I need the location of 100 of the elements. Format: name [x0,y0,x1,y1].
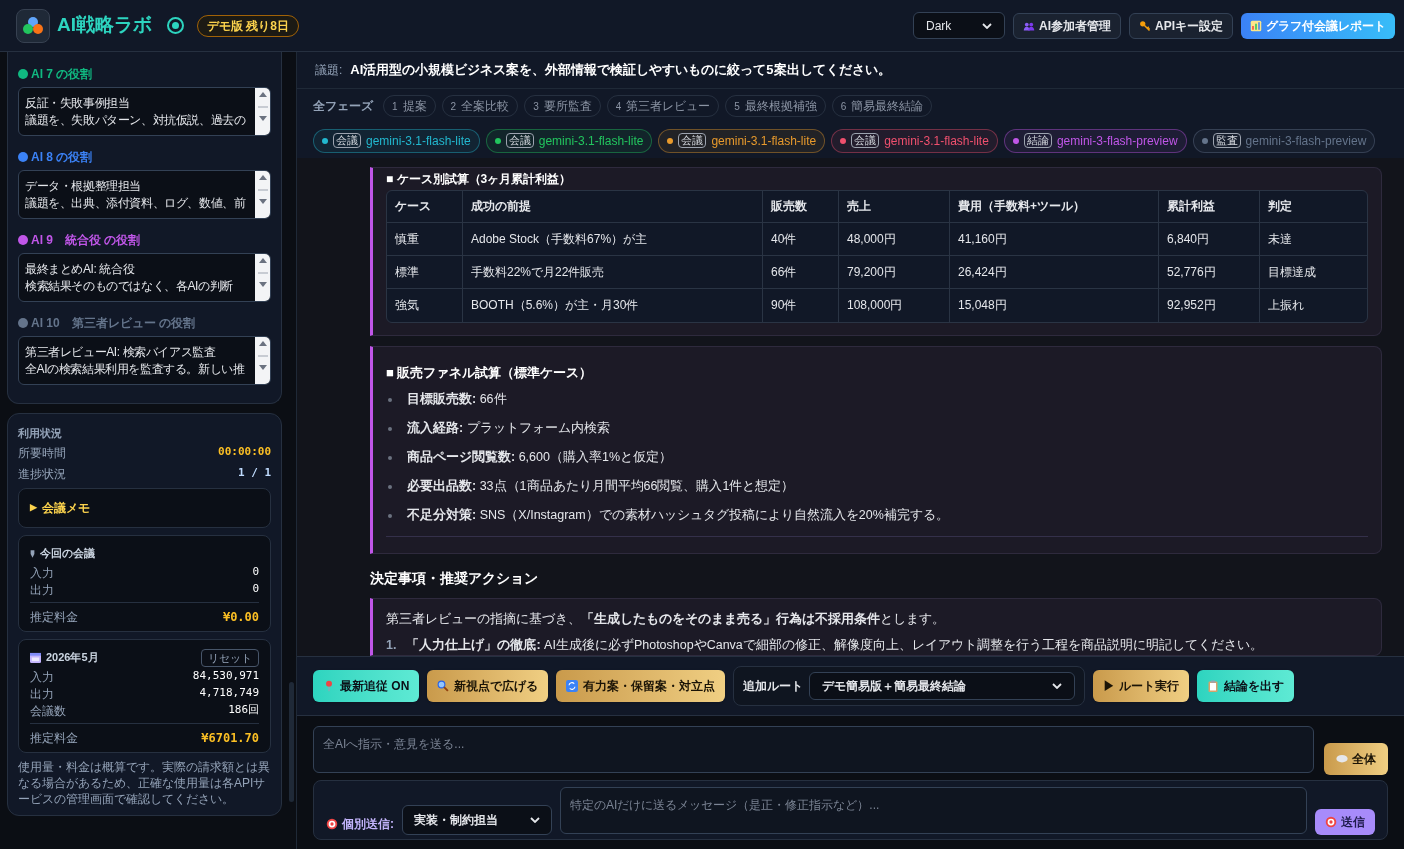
phase-label: 全フェーズ [313,98,373,115]
model-name: gemini-3.1-flash-lite [884,132,989,150]
list-item-text: 必要出品数: 33点（1商品あたり月間平均66閲覧、購入1件と想定） [407,478,795,496]
send-all-button[interactable]: 全体 [1324,743,1388,775]
ai-select[interactable]: 実装・制約担当 [402,805,552,835]
section-heading: 決定事項・推奨アクション [370,569,539,588]
column-header: 成功の前提 [462,190,762,223]
model-chip[interactable]: 会議 gemini-3.1-flash-lite [485,128,653,153]
paragraph: 第三者レビューの指摘に基づき、「生成したものをそのまま売る」行為は不採用条件とします。 [386,611,946,628]
role-textarea[interactable]: データ・根拠整理担当 議題を、出典、添付資料、ログ、数値、前 [18,170,272,219]
scrollbar[interactable] [255,171,271,218]
target-icon [326,818,338,830]
table-cell: 41,160円 [949,222,1158,256]
stat-value: 4,718,749 [199,685,260,702]
card-heading: ■ ケース別試算（3ヶ月累計利益） [386,170,573,188]
list-item-text: 「人力仕上げ」の徹底: AI生成後に必ずPhotoshopやCanvaで細部の修正、解像度向上、レイアウト調整を行う工程を商品説明に明記してください。 [406,637,1263,654]
role-tag: 監査 [1212,133,1241,148]
table-cell: 52,776円 [1158,255,1259,289]
phase-name: 第三者レビュー [626,98,711,115]
stat-label: 進捗状況 [18,465,66,483]
table-cell: 目標達成 [1259,255,1367,289]
action-button[interactable]: ▶ ルート実行 [1093,670,1189,702]
phase-name: 要所監査 [543,98,592,115]
search-icon [437,680,450,692]
stat-value: 186回 [228,702,260,719]
scrollbar[interactable] [255,88,271,135]
stat-label: 推定料金 [30,608,78,626]
list-item-text: 目標販売数: 66件 [407,391,507,409]
role-tag: 会議 [678,133,707,148]
role-textarea[interactable]: 最終まとめAI: 統合役 検索結果そのものではなく、各AIの判断 [18,253,272,302]
table-cell: 66件 [762,255,838,289]
model-name: gemini-3.1-flash-lite [711,132,817,150]
memo-toggle[interactable]: ▶ 会議メモ [18,488,272,528]
table-cell: 48,000円 [838,222,949,256]
speech-bubble-icon [1336,753,1348,765]
stat-value: 1 / 1 [237,465,272,482]
table-cell: 6,840円 [1158,222,1259,256]
table-cell: 92,952円 [1158,288,1259,322]
message-field[interactable]: 全AIへ指示・意見を送る... [313,726,1314,773]
table-cell: 標準 [387,255,462,289]
message-field[interactable]: 特定のAIだけに送るメッセージ（是正・修正指示など）... [560,786,1307,834]
model-chip[interactable]: 会議 gemini-3.1-flash-lite [313,128,480,153]
table-cell: 15,048円 [949,288,1158,322]
column-header: 売上 [838,190,949,223]
table-cell: 慎重 [387,222,462,256]
bullet-icon [388,513,392,518]
scrollbar[interactable] [255,337,271,384]
action-button[interactable]: 有力案・保留案・対立点 [556,670,726,702]
bullet-icon [388,455,392,460]
role-textarea[interactable]: 反証・失敗事例担当 議題を、失敗パターン、対抗仮説、過去の [18,87,272,136]
phase-number: 6 [840,99,847,114]
phase-name: 最終根拠補強 [744,98,817,115]
fee-value: ¥0.00 [222,608,260,626]
stat-value: 84,530,971 [192,668,260,685]
send-button[interactable]: 送信 [1315,809,1375,835]
role-label: AI 7 の役割 [31,66,93,83]
model-chip[interactable]: 結論 gemini-3-flash-preview [1003,128,1187,153]
column-header: ケース [387,190,462,223]
header-button[interactable]: AI参加者管理 [1013,12,1121,39]
stat-value: 0 [252,564,260,581]
role-tag: 結論 [1023,133,1052,148]
table-cell: 79,200円 [838,255,949,289]
stat-label: 出力 [30,685,54,703]
arrows-icon [566,680,579,692]
action-button[interactable]: 結論を出す [1196,670,1294,702]
table-cell: 40件 [762,222,838,256]
model-chip[interactable]: 会議 gemini-3.1-flash-lite [831,128,998,153]
role-text: 議題を、失敗パターン、対抗仮説、過去の [25,112,247,129]
role-textarea[interactable]: 第三者レビューAI: 検索バイアス監査 全AIの検索結果利用を監査する。新しい推 [18,336,272,385]
memo-label: 会議メモ [42,500,90,517]
role-text: 検索結果そのものではなく、各AIの判断 [25,278,234,295]
logo-icon [16,8,50,43]
phase-name: 全案比較 [461,98,510,115]
route-label: 追加ルート [743,678,804,695]
column-header: 判定 [1259,190,1367,223]
role-label: AI 9 統合役 の役割 [31,232,141,249]
theme-select[interactable]: Dark [913,12,1005,39]
table-cell: 手数料22%で月22件販売 [462,255,762,289]
model-chip[interactable]: 監査 gemini-3-flash-preview [1192,128,1376,153]
action-button[interactable]: 最新追従 ON [313,670,420,702]
topic-label: 議題: [315,62,343,79]
reset-button[interactable]: リセット [201,648,260,667]
action-button[interactable]: 新視点で広げる [427,670,549,702]
model-name: gemini-3-flash-preview [1056,132,1178,150]
scrollbar[interactable] [255,254,271,301]
table-cell: 108,000円 [838,288,949,322]
model-chip[interactable]: 会議 gemini-3.1-flash-lite [658,128,826,153]
table-cell: Adobe Stock（手数料67%）が主 [462,222,762,256]
route-select[interactable]: デモ簡易版＋簡易最終結論 [809,672,1076,700]
phase-number: 3 [533,99,539,114]
role-text: 第三者レビューAI: 検索バイアス監査 [25,344,217,361]
chart-icon [1250,19,1262,32]
individual-label: 個別送信: [342,816,394,833]
role-tag: 会議 [851,133,880,148]
model-name: gemini-3.1-flash-lite [366,132,471,150]
bullet-icon [388,426,392,431]
caret-icon [982,22,992,29]
header-button[interactable]: APIキー設定 [1129,12,1233,39]
column-header: 累計利益 [1158,190,1259,223]
phase-name: 簡易最終結論 [851,98,924,115]
